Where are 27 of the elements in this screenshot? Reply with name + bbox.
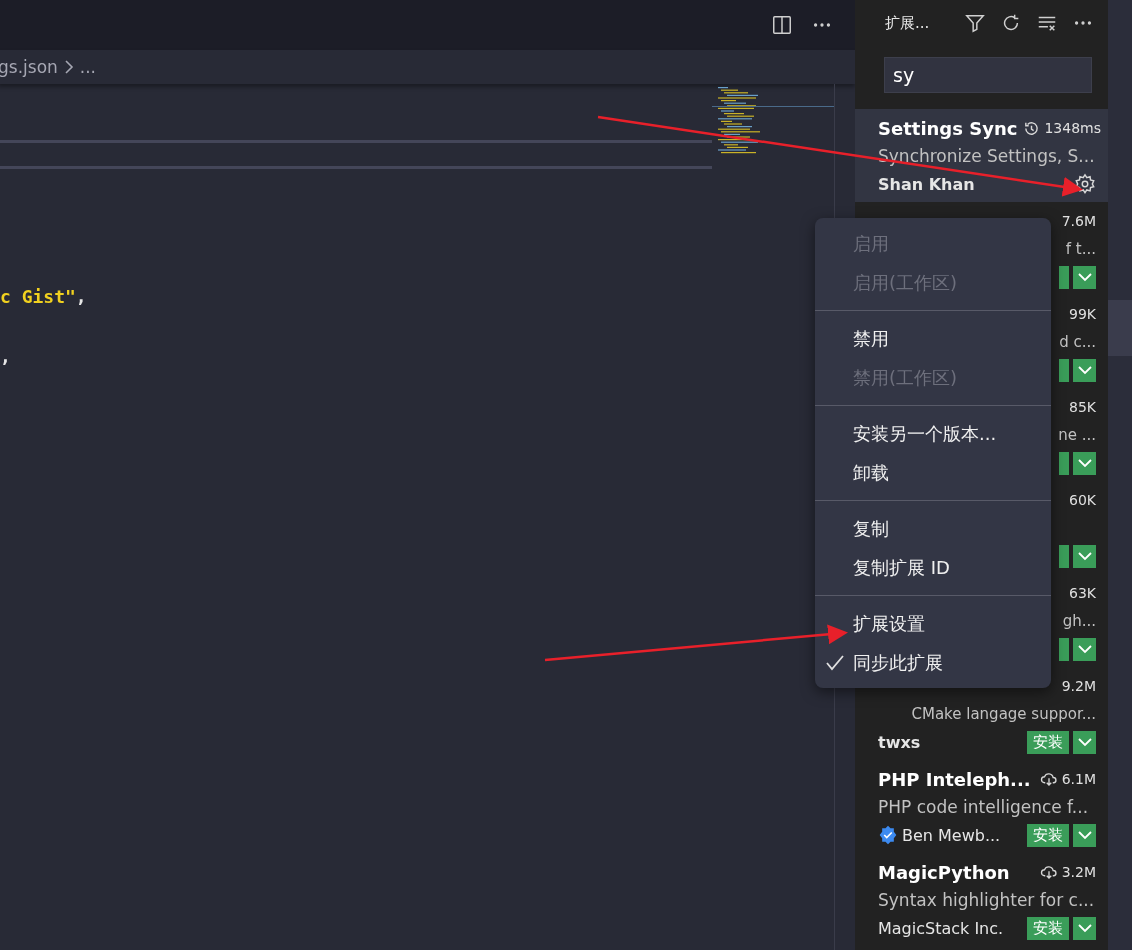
stat-text: 99K	[1069, 306, 1096, 322]
extension-description: f t...	[1065, 239, 1096, 260]
extension-author: Shan Khan	[878, 174, 975, 194]
extension-description: d c...	[1059, 332, 1096, 353]
extension-description: ne ...	[1058, 425, 1096, 446]
stat-text: 7.6M	[1061, 213, 1096, 229]
stat-text: 60K	[1069, 492, 1096, 508]
extension-author: twxs	[878, 732, 921, 752]
code-line: c Gist",	[0, 286, 88, 308]
extension-description: Synchronize Settings, S...	[878, 145, 1095, 168]
stat-text: 9.2M	[1061, 678, 1096, 694]
extension-author: MagicStack Inc.	[878, 918, 1004, 938]
stat-text: 3.2M	[1061, 864, 1096, 880]
extension-name: PHP Inteleph...	[878, 768, 1031, 790]
stat-text: 63K	[1069, 585, 1096, 601]
stat-text: 1348ms	[1044, 120, 1101, 136]
extension-description: PHP code intelligence f...	[878, 796, 1089, 819]
extension-description: gh...	[1062, 611, 1096, 632]
extension-description: CMake langage suppor...	[911, 704, 1096, 725]
extension-name: Settings Sync	[878, 117, 1018, 139]
extension-name: MagicPython	[878, 861, 1010, 883]
stat-text: 85K	[1069, 399, 1096, 415]
code-line: ,	[0, 346, 12, 368]
stat-text: 6.1M	[1061, 771, 1096, 787]
extension-description: Syntax highlighter for c...	[878, 889, 1095, 912]
extension-author: Ben Mewb...	[902, 825, 1001, 845]
sidebar-title: 扩展...	[885, 13, 930, 33]
